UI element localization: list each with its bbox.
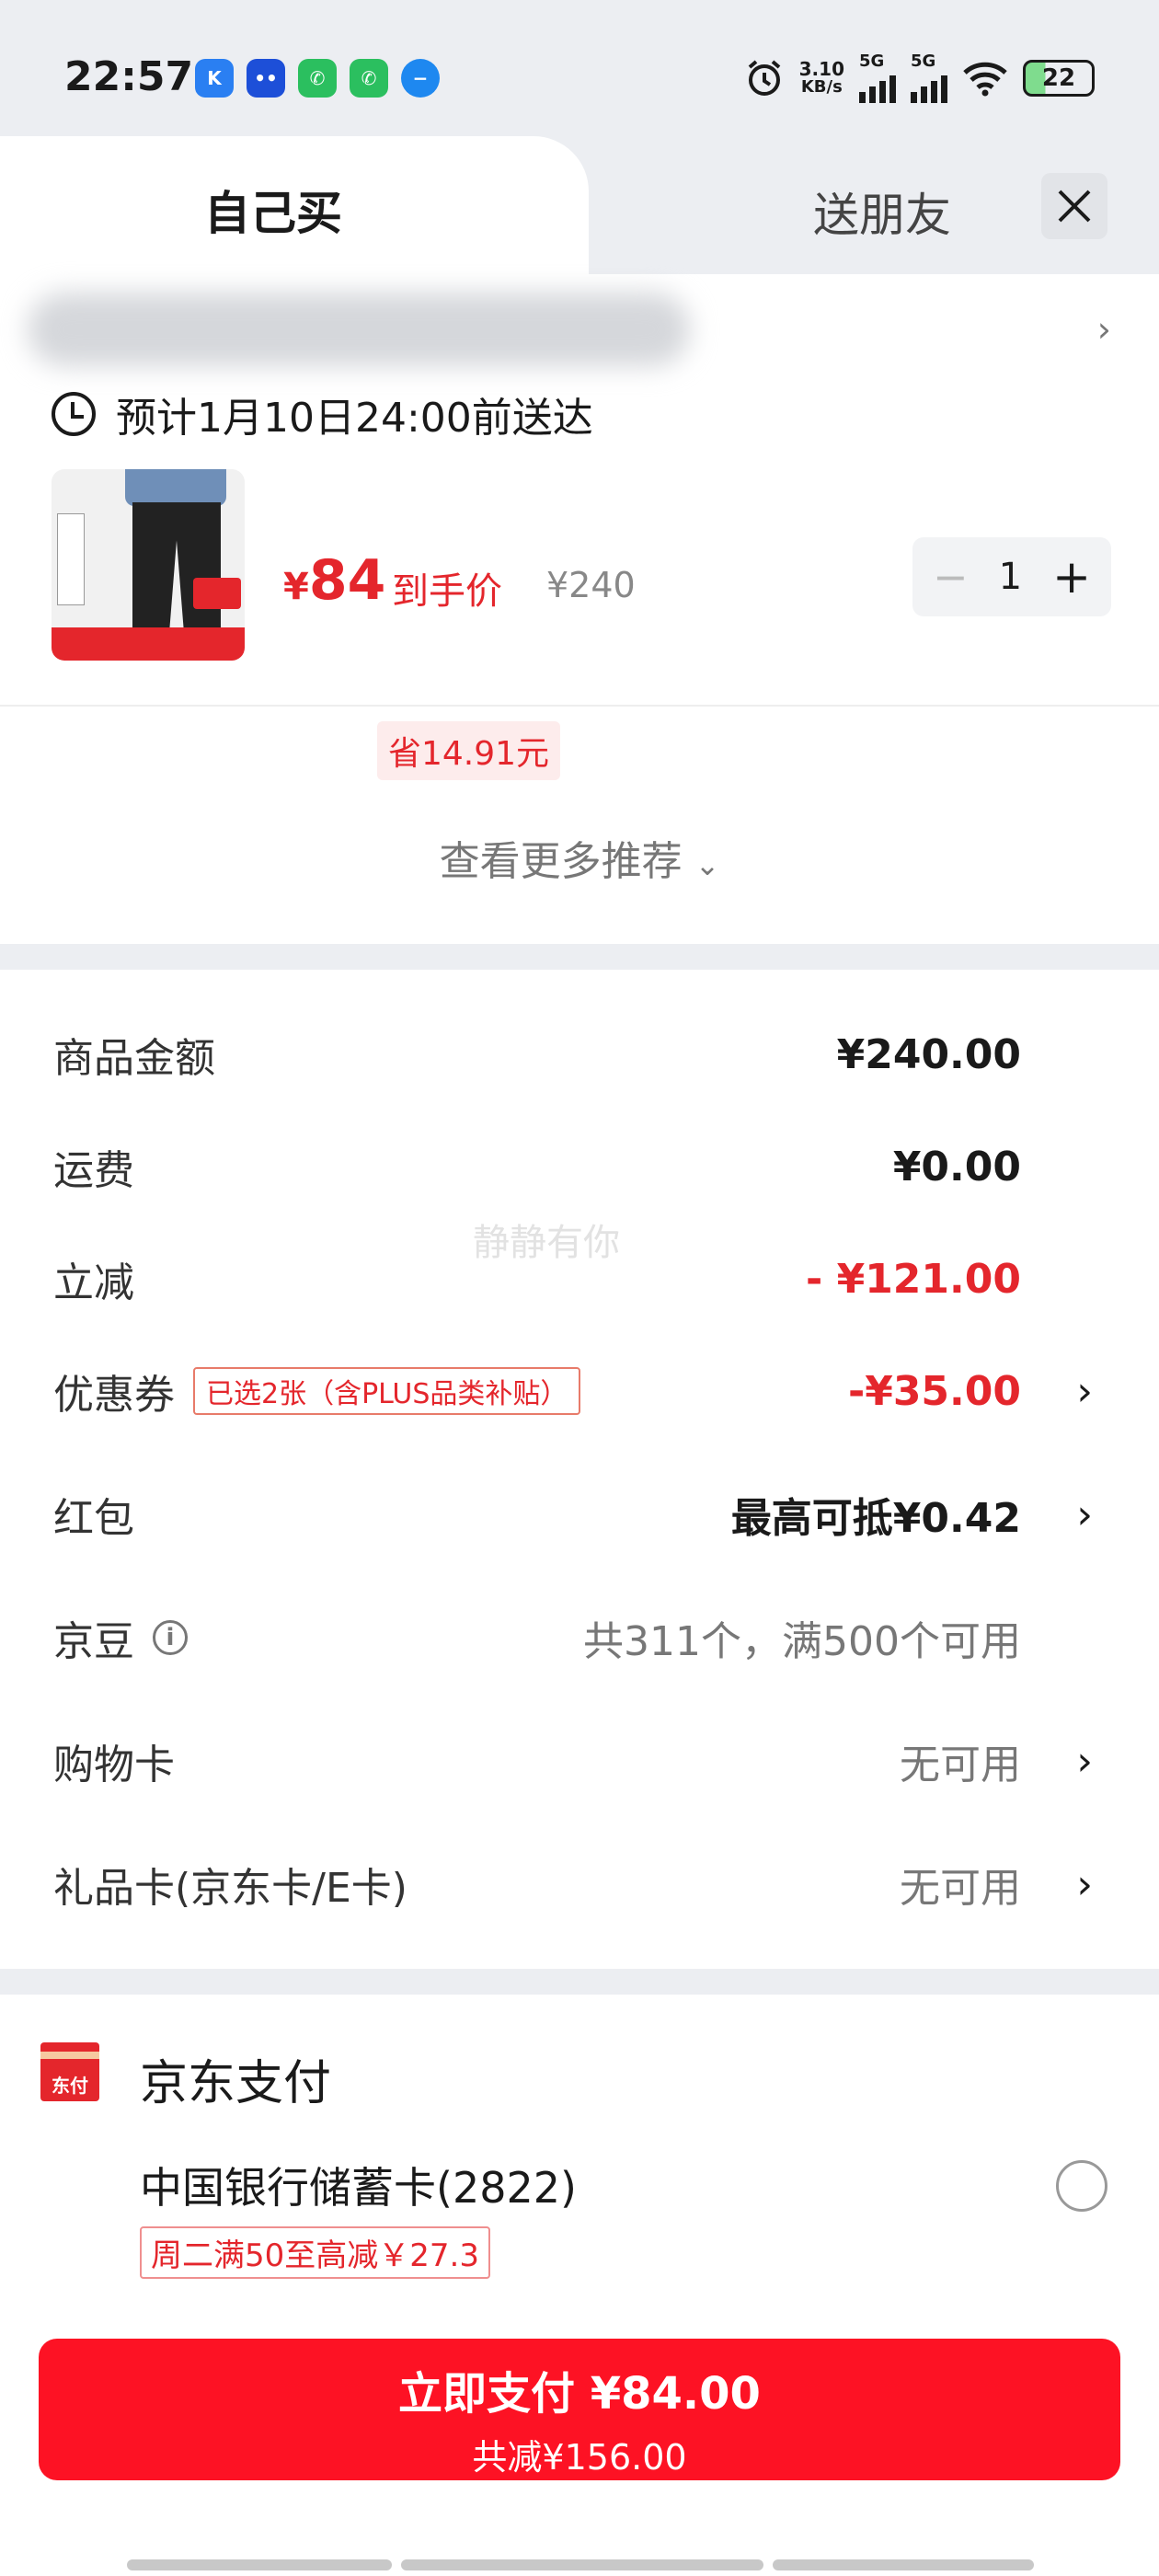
delivery-eta: 预计1月10日24:00前送达 [52, 385, 593, 443]
tab-send-friend[interactable]: 送朋友 [813, 178, 951, 245]
close-button[interactable] [1041, 173, 1107, 239]
decrease-button[interactable]: − [933, 552, 969, 602]
red-packet-value: 最高可抵¥0.42 [730, 1495, 1021, 1542]
info-icon[interactable]: i [153, 1620, 188, 1655]
address-blurred[interactable] [28, 293, 690, 366]
jd-beans-row: 京豆 i 共311个，满500个可用 [53, 1610, 1107, 1665]
bank-card-radio[interactable] [1056, 2160, 1107, 2212]
alarm-icon [748, 60, 780, 96]
jd-pay-icon: 东付 [40, 2042, 99, 2101]
checkout-bar: 立即支付 ¥84.00 共减¥156.00 [0, 2317, 1159, 2576]
chevron-right-icon: › [1076, 1490, 1093, 1538]
net-speed: 3.10 KB/s [798, 58, 844, 97]
signal-sim1-icon: 5G [859, 53, 896, 103]
notification-icons: K •• ✆ ✆ − [195, 59, 440, 98]
increase-button[interactable]: + [1052, 550, 1091, 604]
pay-now-button[interactable]: 立即支付 ¥84.00 共减¥156.00 [39, 2339, 1120, 2480]
goods-amount-row: 商品金额 ¥240.00 [53, 1030, 1021, 1083]
clock-icon [52, 392, 96, 436]
wechat-icon: ✆ [298, 59, 337, 98]
wifi-icon [963, 62, 1007, 97]
signal-sim2-icon: 5G [911, 53, 947, 103]
original-price: ¥240 [546, 565, 636, 605]
battery-icon: 22 [1023, 60, 1095, 97]
chevron-right-icon: › [1076, 1737, 1093, 1785]
tab-self-buy[interactable]: 自己买 [0, 136, 589, 274]
order-item-card: › 预计1月10日24:00前送达 ¥84 到手价 ¥240 − 1 + 省14… [0, 274, 1159, 944]
close-icon [1058, 190, 1091, 223]
k-app-icon: K [195, 59, 234, 98]
price-summary-card: 商品金额 ¥240.00 运费 ¥0.00 立减 - ¥121.00 优惠券 已选… [0, 970, 1159, 1969]
shipping-fee: ¥0.00 [892, 1143, 1021, 1190]
coupon-tag: 已选2张（含PLUS品类补贴） [193, 1367, 581, 1415]
quantity-stepper: − 1 + [912, 537, 1111, 616]
gesture-bar [127, 2559, 1034, 2570]
more-recommendations-link[interactable]: 查看更多推荐 ⌄ [0, 828, 1159, 887]
watermark: 静静有你 [473, 1222, 620, 1264]
shopping-card-value: 无可用 [900, 1742, 1021, 1788]
payment-method-card: 东付 京东支付 中国银行储蓄卡(2822) 周二满50至高减￥27.3 [0, 1995, 1159, 2317]
chevron-right-icon: › [1076, 1367, 1093, 1415]
message-app-icon: − [401, 59, 440, 98]
clock-time: 22:57 [64, 53, 194, 100]
savings-badge: 省14.91元 [377, 721, 561, 780]
chevron-down-icon: ⌄ [694, 847, 720, 882]
product-image[interactable] [52, 469, 245, 661]
chevron-right-icon[interactable]: › [1097, 309, 1111, 350]
cat-app-icon: •• [247, 59, 285, 98]
payment-title: 京东支付 [140, 2056, 332, 2111]
system-indicators: 3.10 KB/s 5G 5G 22 [744, 53, 1095, 103]
jd-beans-value: 共311个，满500个可用 [583, 1618, 1021, 1665]
quantity-value: 1 [998, 556, 1023, 598]
coupon-row[interactable]: 优惠券 已选2张（含PLUS品类补贴） -¥35.00 › [53, 1363, 1107, 1419]
purchase-mode-tabs: 自己买 送朋友 [0, 136, 1159, 274]
gift-card-value: 无可用 [900, 1865, 1021, 1912]
final-price: ¥84 [283, 548, 386, 613]
red-packet-row[interactable]: 红包 最高可抵¥0.42 › [53, 1487, 1107, 1543]
chevron-right-icon: › [1076, 1860, 1093, 1908]
status-bar: 22:57 K •• ✆ ✆ − 3.10 KB/s 5G 5G 22 [0, 0, 1159, 147]
bank-card-option[interactable]: 中国银行储蓄卡(2822) [140, 2155, 577, 2215]
bank-promo-badge: 周二满50至高减￥27.3 [140, 2226, 490, 2279]
final-price-label: 到手价 [392, 570, 502, 613]
divider [0, 705, 1159, 707]
wechat-icon-2: ✆ [350, 59, 388, 98]
gift-card-row[interactable]: 礼品卡(京东卡/E卡) 无可用 › [53, 1857, 1107, 1913]
instant-discount: - ¥121.00 [806, 1255, 1021, 1303]
goods-amount: ¥240.00 [836, 1030, 1021, 1078]
shopping-card-row[interactable]: 购物卡 无可用 › [53, 1733, 1107, 1789]
coupon-value: -¥35.00 [847, 1367, 1021, 1415]
shipping-row: 运费 ¥0.00 [53, 1143, 1021, 1195]
